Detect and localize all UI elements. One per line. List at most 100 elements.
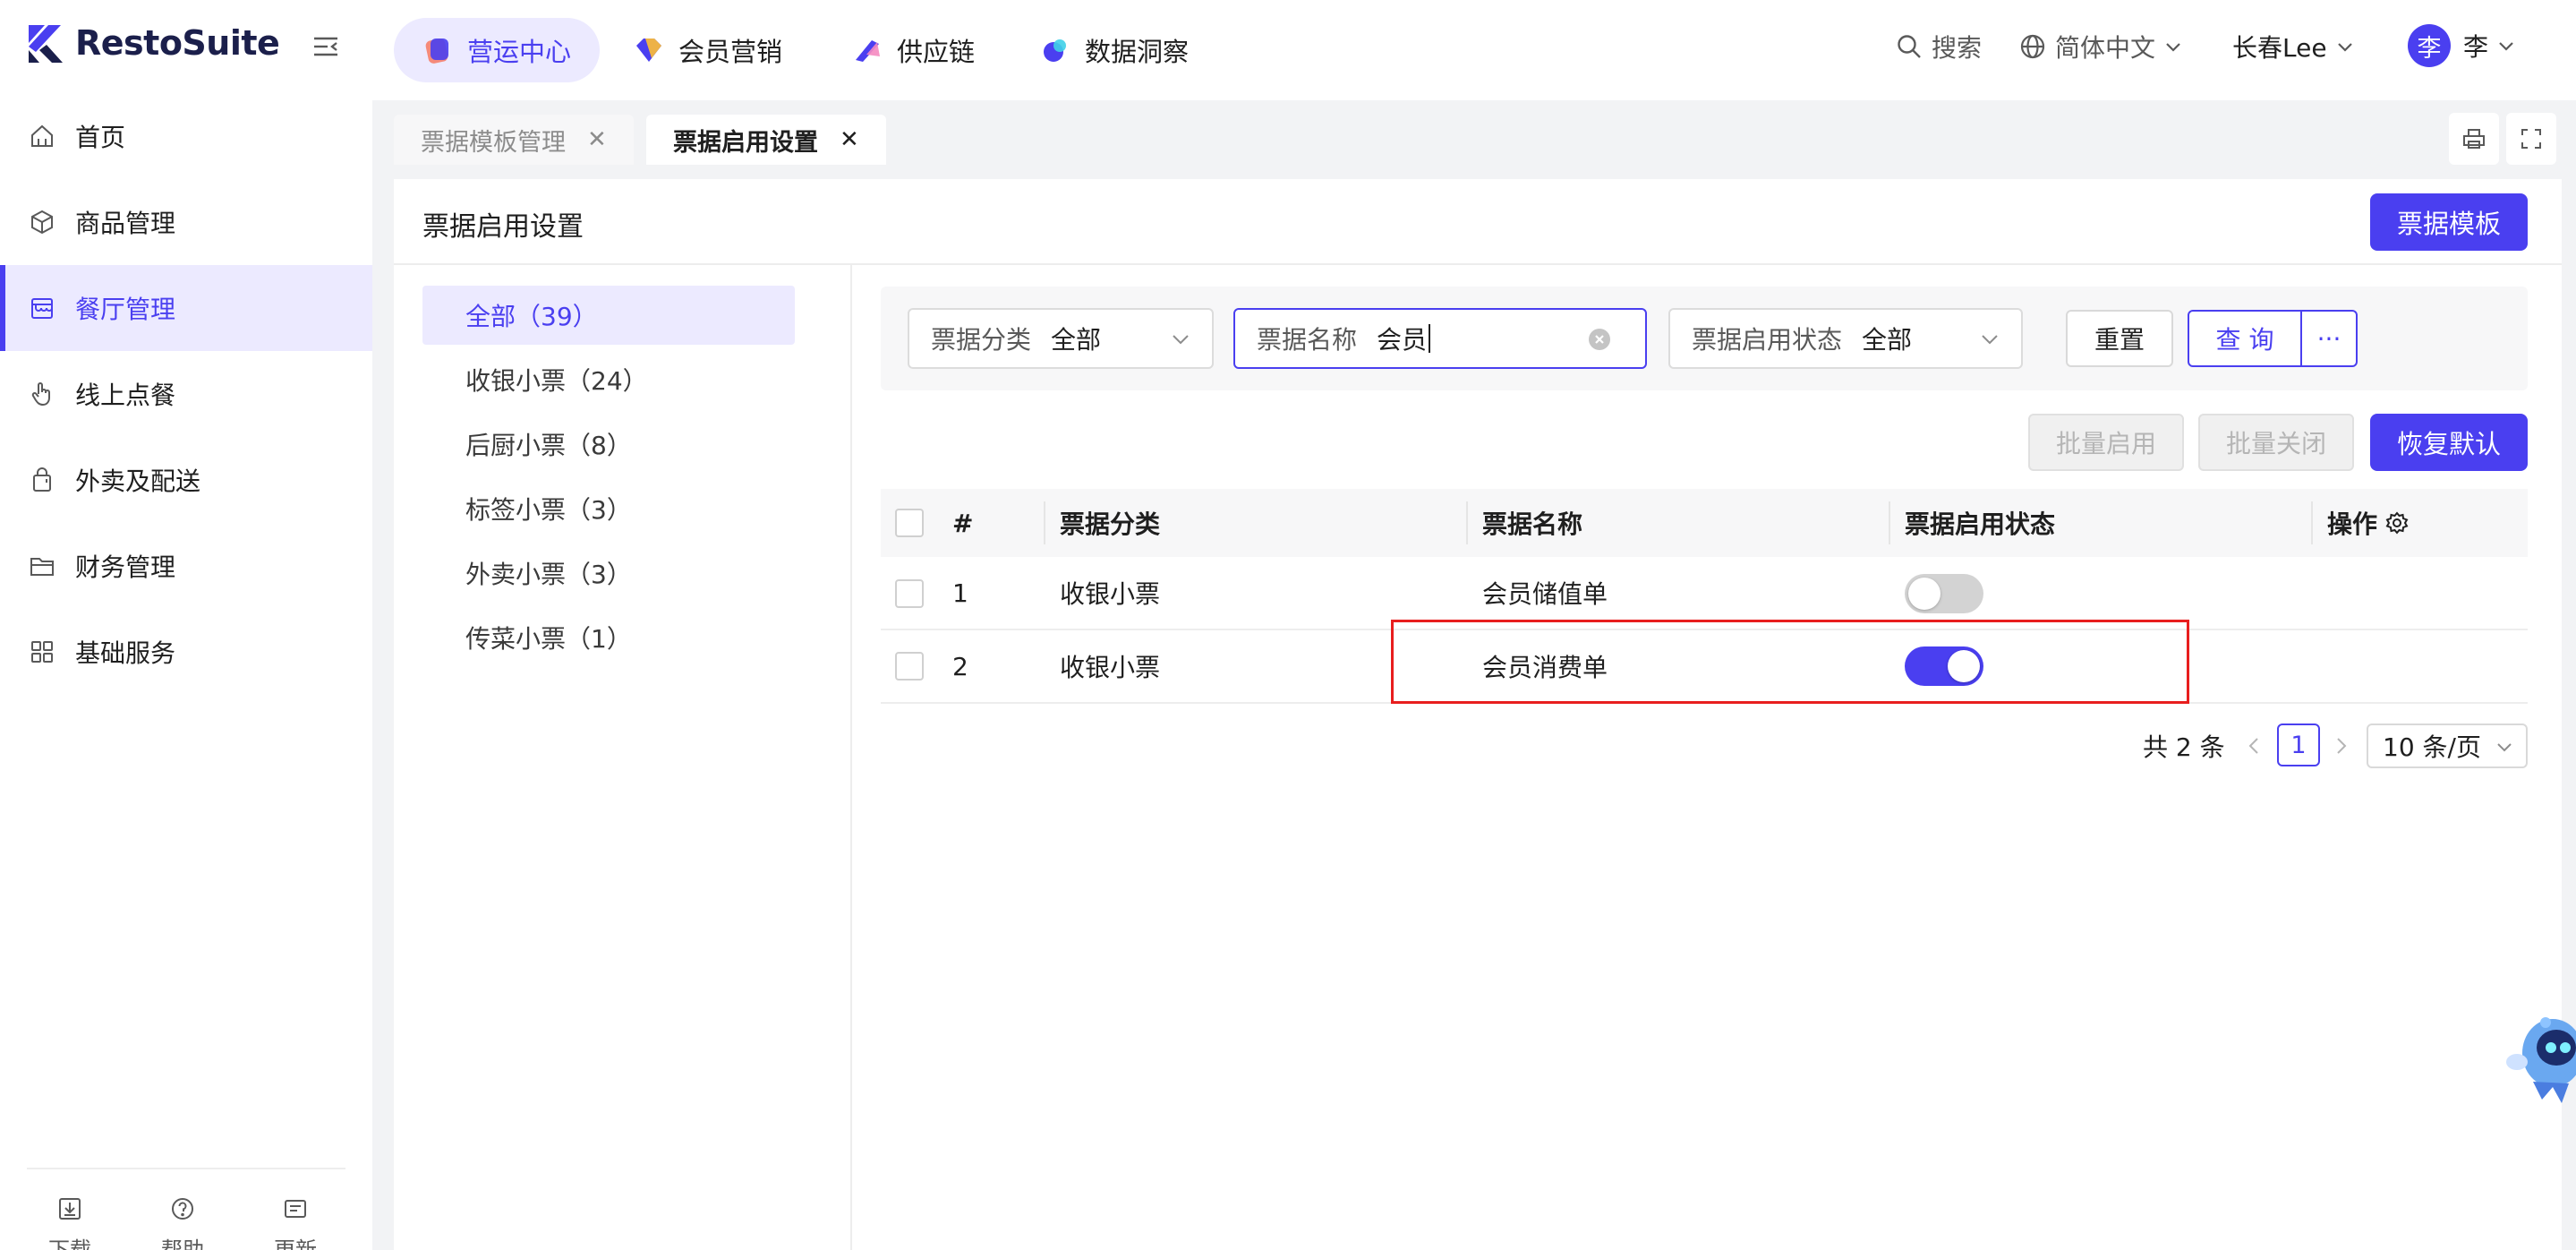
status-filter[interactable]: 票据启用状态 全部: [1668, 308, 2023, 369]
chevron-down-icon: [1982, 335, 1998, 345]
category-takeaway[interactable]: 外卖小票（3）: [422, 544, 795, 603]
column-separator: [1044, 501, 1045, 544]
column-header-category: 票据分类: [1060, 509, 1161, 539]
page-size-select[interactable]: 10 条/页: [2367, 723, 2528, 768]
filter-label: 票据启用状态: [1692, 325, 1843, 355]
category-all[interactable]: 全部（39）: [422, 286, 795, 345]
column-header-number: #: [952, 508, 974, 538]
row-checkbox[interactable]: [895, 652, 924, 681]
column-separator: [1889, 501, 1890, 544]
category-label[interactable]: 标签小票（3）: [422, 479, 795, 538]
download-icon: [59, 1198, 81, 1220]
category-kitchen[interactable]: 后厨小票（8）: [422, 415, 795, 474]
batch-disable-button[interactable]: 批量关闭: [2198, 414, 2354, 471]
chevron-left-icon[interactable]: [2245, 736, 2263, 756]
filter-value: 全部: [1862, 325, 1913, 355]
sidebar-help[interactable]: 帮助: [161, 1196, 204, 1250]
sidebar-item-label: 首页: [75, 123, 126, 152]
user-menu[interactable]: 李 李: [2408, 24, 2524, 67]
assistant-mascot-icon[interactable]: [2506, 1006, 2576, 1109]
collapse-menu-icon[interactable]: [311, 32, 340, 61]
topnav-member-marketing[interactable]: 会员营销: [634, 18, 782, 82]
diamond-icon: [636, 39, 661, 62]
close-icon[interactable]: ✕: [587, 126, 607, 153]
column-header-label: 操作: [2327, 509, 2378, 539]
sidebar-updates[interactable]: 更新: [274, 1196, 317, 1250]
chevron-right-icon[interactable]: [2333, 736, 2350, 756]
pagination-total: 共 2 条: [2143, 732, 2225, 762]
printer-icon: [2463, 129, 2485, 149]
row-name: 会员储值单: [1482, 579, 1608, 609]
sidebar-item-products[interactable]: 商品管理: [0, 179, 372, 265]
close-icon[interactable]: ✕: [840, 126, 859, 153]
sidebar-item-basic-services[interactable]: 基础服务: [0, 609, 372, 695]
topnav-data-insights[interactable]: 数据洞察: [1040, 18, 1189, 82]
topnav-supply-chain[interactable]: 供应链: [852, 18, 975, 82]
divider: [27, 1168, 345, 1169]
category-filter[interactable]: 票据分类 全部: [908, 308, 1214, 369]
sidebar-item-online-ordering[interactable]: 线上点餐: [0, 351, 372, 437]
page-size-label: 10 条/页: [2383, 732, 2481, 762]
restore-default-button[interactable]: 恢复默认: [2370, 414, 2528, 471]
folder-icon: [30, 558, 54, 576]
search-label: 搜索: [1932, 33, 1983, 63]
status-toggle[interactable]: [1905, 574, 1983, 613]
topnav-label: 供应链: [897, 37, 976, 67]
logo-text: RestoSuite: [75, 23, 280, 63]
divider: [850, 265, 852, 1250]
tab-label: 票据启用设置: [673, 128, 818, 157]
clear-icon[interactable]: [1588, 328, 1611, 351]
topnav-operations-center[interactable]: 营运中心: [394, 18, 601, 82]
topnav-label: 营运中心: [467, 37, 572, 67]
home-icon: [31, 124, 53, 147]
tab-receipt-settings[interactable]: 票据启用设置 ✕: [646, 115, 886, 165]
global-search[interactable]: 搜索: [1896, 29, 1982, 64]
store-icon: [31, 298, 53, 319]
sidebar-item-delivery[interactable]: 外卖及配送: [0, 437, 372, 523]
language-selector[interactable]: 简体中文: [2019, 29, 2191, 64]
app-logo[interactable]: RestoSuite: [27, 23, 280, 63]
sidebar-item-home[interactable]: 首页: [0, 93, 372, 179]
news-icon: [285, 1200, 306, 1218]
receipt-template-button[interactable]: 票据模板: [2370, 193, 2528, 251]
box-icon: [31, 210, 53, 235]
filter-value: 全部: [1051, 325, 1102, 355]
sidebar-item-label: 外卖及配送: [75, 467, 201, 496]
fullscreen-button[interactable]: [2506, 113, 2556, 165]
sidebar-item-restaurant[interactable]: 餐厅管理: [0, 265, 372, 351]
category-cashier[interactable]: 收银小票（24）: [422, 350, 795, 409]
store-selector[interactable]: 长春Lee: [2232, 29, 2363, 64]
data-insights-icon: [1044, 39, 1066, 62]
page-title: 票据启用设置: [422, 211, 584, 243]
column-separator: [2311, 501, 2313, 544]
row-category: 收银小票: [1060, 653, 1161, 682]
chevron-down-icon: [1173, 335, 1189, 345]
category-serving[interactable]: 传菜小票（1）: [422, 608, 795, 667]
query-button[interactable]: 查 询: [2188, 310, 2302, 367]
sidebar-item-label: 商品管理: [75, 209, 176, 238]
user-name: 李: [2463, 32, 2489, 62]
bag-icon: [33, 467, 51, 492]
name-filter[interactable]: 票据名称 会员: [1233, 308, 1647, 369]
sidebar-item-finance[interactable]: 财务管理: [0, 523, 372, 609]
text-cursor: [1429, 324, 1431, 353]
column-header-name: 票据名称: [1482, 509, 1583, 539]
sidebar-item-label: 线上点餐: [75, 381, 176, 410]
select-all-checkbox[interactable]: [895, 509, 924, 537]
tab-template-management[interactable]: 票据模板管理 ✕: [394, 115, 634, 165]
column-separator: [1466, 501, 1468, 544]
topnav-label: 会员营销: [678, 37, 783, 67]
gear-icon[interactable]: [2384, 510, 2410, 535]
print-button[interactable]: [2449, 113, 2499, 165]
row-checkbox[interactable]: [895, 579, 924, 608]
name-input[interactable]: 会员: [1377, 321, 1427, 356]
more-options-button[interactable]: ···: [2300, 310, 2358, 367]
page-number-current[interactable]: 1: [2277, 723, 2320, 766]
reset-button[interactable]: 重置: [2066, 310, 2173, 367]
highlight-box: [1391, 620, 2189, 704]
batch-enable-button[interactable]: 批量启用: [2028, 414, 2184, 471]
sidebar-download[interactable]: 下载: [48, 1196, 91, 1250]
filter-label: 票据分类: [931, 325, 1032, 355]
grid-icon: [31, 641, 53, 663]
sidebar-footer-label: 帮助: [161, 1237, 204, 1250]
